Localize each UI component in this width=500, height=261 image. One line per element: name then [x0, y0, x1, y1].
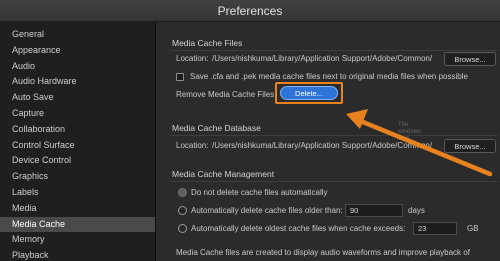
database-location-label: Location: — [176, 141, 209, 150]
no-delete-label: Do not delete cache files automatically — [191, 188, 328, 197]
arrow-shaft — [355, 117, 493, 177]
sidebar-item-labels[interactable]: Labels — [0, 185, 155, 201]
delete-older-label: Automatically delete cache files older t… — [191, 206, 343, 215]
sidebar-item-audio-hardware[interactable]: Audio Hardware — [0, 74, 155, 90]
sidebar-item-device-control[interactable]: Device Control — [0, 153, 155, 169]
preferences-content: Media Cache Files Location: /Users/nishk… — [160, 22, 500, 261]
save-cache-checkbox[interactable] — [176, 73, 184, 81]
sidebar-item-media-cache[interactable]: Media Cache — [0, 216, 155, 233]
sidebar-item-audio[interactable]: Audio — [0, 59, 155, 75]
delete-cache-button[interactable]: Delete... — [280, 86, 338, 100]
media-cache-database-title: Media Cache Database — [172, 123, 261, 133]
days-input[interactable]: 90 — [345, 204, 403, 217]
sidebar-item-playback[interactable]: Playback — [0, 248, 155, 261]
no-delete-radio[interactable] — [178, 188, 187, 197]
delete-oldest-label: Automatically delete oldest cache files … — [191, 224, 406, 233]
window-titlebar: Preferences — [0, 0, 500, 22]
sidebar-item-control-surface[interactable]: Control Surface — [0, 138, 155, 154]
sidebar-item-auto-save[interactable]: Auto Save — [0, 90, 155, 106]
media-cache-management-title: Media Cache Management — [172, 169, 275, 179]
orange-arrow-annotation — [346, 109, 493, 177]
sidebar-item-media[interactable]: Media — [0, 201, 155, 217]
cache-size-input[interactable]: 23 — [413, 222, 457, 235]
cache-location-path: /Users/nishkuma/Library/Application Supp… — [212, 54, 433, 63]
media-cache-files-title: Media Cache Files — [172, 38, 243, 48]
cache-description: Media Cache files are created to display… — [176, 248, 470, 257]
remove-cache-label: Remove Media Cache Files — [176, 90, 275, 99]
save-cache-label: Save .cfa and .pek media cache files nex… — [190, 72, 468, 81]
sidebar-item-capture[interactable]: Capture — [0, 106, 155, 122]
size-unit-label: GB — [467, 224, 479, 233]
sidebar-item-appearance[interactable]: Appearance — [0, 43, 155, 59]
cache-location-label: Location: — [176, 54, 209, 63]
window-title: Preferences — [217, 3, 283, 18]
arrow-head — [346, 109, 368, 129]
cache-browse-button[interactable]: Browse... — [444, 52, 496, 66]
preferences-sidebar: General Appearance Audio Audio Hardware … — [0, 22, 156, 261]
section-divider — [170, 50, 498, 51]
sidebar-item-collaboration[interactable]: Collaboration — [0, 122, 155, 138]
days-unit-label: days — [408, 206, 425, 215]
delete-older-radio[interactable] — [178, 206, 187, 215]
sidebar-item-memory[interactable]: Memory — [0, 232, 155, 248]
delete-oldest-radio[interactable] — [178, 224, 187, 233]
sidebar-item-general[interactable]: General — [0, 27, 155, 43]
sidebar-item-graphics[interactable]: Graphics — [0, 169, 155, 185]
